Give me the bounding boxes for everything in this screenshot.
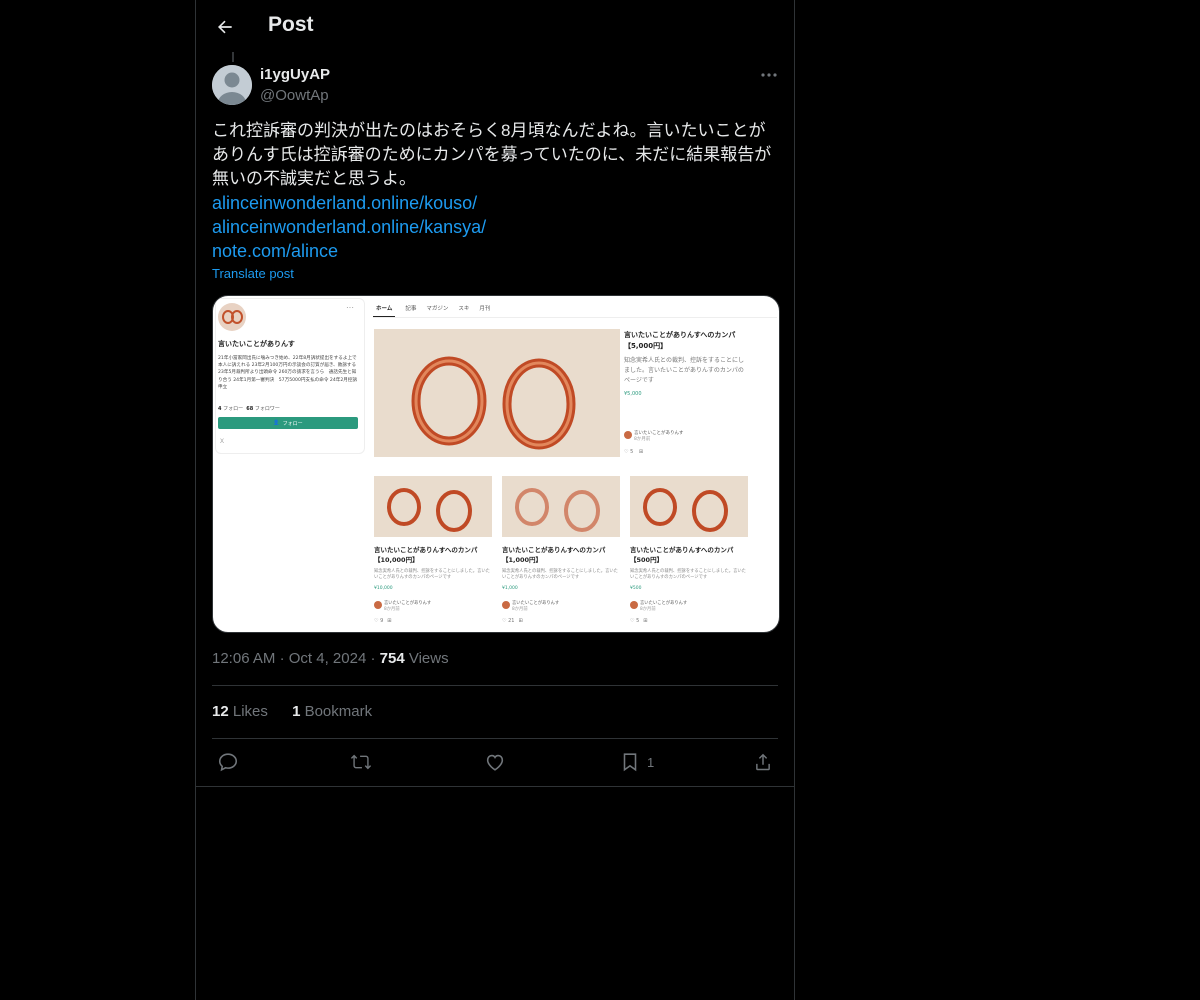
reply-icon bbox=[218, 753, 238, 772]
magazine-add-icon[interactable]: ⊞ bbox=[639, 449, 643, 455]
feature-image[interactable] bbox=[374, 329, 620, 457]
card-title[interactable]: 言いたいことがありんすへのカンパ【500円】 bbox=[630, 545, 750, 565]
card-image[interactable] bbox=[502, 476, 620, 537]
translate-post-link[interactable]: Translate post bbox=[212, 266, 294, 281]
card-likes: ♡ 5 ⊞ bbox=[630, 618, 648, 624]
card-author-avatar bbox=[374, 601, 382, 609]
heart-icon bbox=[486, 754, 504, 771]
card-date: 8か月前 bbox=[512, 607, 528, 612]
feature-author-avatar bbox=[624, 431, 632, 439]
profile-avatar bbox=[218, 303, 246, 331]
heart-icon[interactable]: ♡ bbox=[630, 618, 634, 624]
repost-icon bbox=[350, 754, 372, 770]
bookmarks-stat[interactable]: 1 Bookmark bbox=[292, 703, 372, 720]
card-title[interactable]: 言いたいことがありんすへのカンパ【10,000円】 bbox=[374, 545, 494, 565]
magazine-add-icon[interactable]: ⊞ bbox=[387, 618, 391, 624]
meta-separator: · bbox=[279, 650, 289, 667]
card-image[interactable] bbox=[374, 476, 492, 537]
add-user-icon: 👤 bbox=[273, 420, 280, 426]
card-author-avatar bbox=[502, 601, 510, 609]
default-avatar-icon bbox=[212, 65, 252, 105]
card-price: ¥500 bbox=[630, 586, 642, 591]
post-link-note[interactable]: note.com/alince bbox=[212, 239, 338, 263]
feature-date: 8か月前 bbox=[634, 437, 651, 442]
post-time[interactable]: 12:06 AM bbox=[212, 650, 275, 667]
magazine-add-icon[interactable]: ⊞ bbox=[643, 618, 647, 624]
top-bar: Post bbox=[196, 0, 794, 54]
main-column: Post i1ygUyAP @OowtAp これ控訴審の判決が出たのはおそらく8… bbox=[195, 0, 795, 1000]
card-desc: 知念実希人氏との裁判、控訴をすることにしました。言いたいことがありんすのカンパの… bbox=[630, 569, 746, 580]
card-desc: 知念実希人氏との裁判、控訴をすることにしました。言いたいことがありんすのカンパの… bbox=[374, 569, 490, 580]
note-tab[interactable]: マガジン bbox=[426, 304, 448, 312]
avatar[interactable] bbox=[212, 65, 252, 105]
note-tabs: ホーム 記事 マガジン スキ 月刊 bbox=[373, 298, 490, 318]
post-date[interactable]: Oct 4, 2024 bbox=[289, 650, 367, 667]
note-tab[interactable]: ホーム bbox=[373, 300, 396, 317]
like-button[interactable] bbox=[484, 750, 506, 774]
profile-name: 言いたいことがありんす bbox=[218, 340, 295, 348]
profile-more-icon[interactable]: ··· bbox=[346, 303, 354, 312]
bookmark-button[interactable]: 1 bbox=[619, 750, 654, 774]
repost-button[interactable] bbox=[350, 750, 372, 774]
card-date: 8か月前 bbox=[384, 607, 400, 612]
back-button[interactable] bbox=[210, 12, 240, 42]
post-stats: 12 Likes 1 Bookmark bbox=[212, 703, 392, 720]
more-dots-icon bbox=[761, 73, 777, 77]
thread-line bbox=[232, 52, 234, 62]
feature-desc: 知念実希人氏との裁判、控訴をすることにしました。言いたいことがありんすのカンパの… bbox=[624, 357, 744, 384]
meta-separator: · bbox=[370, 650, 380, 667]
feature-likes: ♡ 5 ⊞ bbox=[624, 449, 644, 455]
post-text: これ控訴審の判決が出たのはおそらく8月頃なんだよね。言いたいことがありんす氏は控… bbox=[212, 121, 772, 188]
heart-icon[interactable]: ♡ bbox=[502, 618, 506, 624]
profile-follow-button[interactable]: 👤 フォロー bbox=[218, 417, 358, 429]
bookmark-count: 1 bbox=[647, 754, 655, 770]
note-tab[interactable]: 記事 bbox=[405, 304, 416, 312]
card-price: ¥10,000 bbox=[374, 586, 393, 591]
card-likes: ♡ 9 ⊞ bbox=[374, 618, 392, 624]
tabs-divider bbox=[373, 317, 777, 318]
post-image[interactable]: ··· 言いたいことがありんす 21年小冨家岡出氏に噛みつき始め、22年8月訴状… bbox=[212, 295, 780, 633]
profile-bio: 21年小冨家岡出氏に噛みつき始め、22年8月訴状提出をするよ上で本人に訴えれる … bbox=[218, 356, 358, 390]
card-desc: 知念実希人氏との裁判、控訴をすることにしました。言いたいことがありんすのカンパの… bbox=[502, 569, 618, 580]
divider bbox=[212, 738, 778, 739]
page-title: Post bbox=[268, 13, 314, 36]
post-meta: 12:06 AM · Oct 4, 2024 · 754 Views bbox=[212, 650, 449, 667]
author-handle[interactable]: @OowtAp bbox=[260, 87, 329, 104]
divider bbox=[212, 685, 778, 686]
bottom-border bbox=[196, 786, 794, 787]
post-link-kansya[interactable]: alinceinwonderland.online/kansya/ bbox=[212, 215, 486, 239]
views-count: 754 bbox=[379, 650, 405, 667]
author-name[interactable]: i1ygUyAP bbox=[260, 66, 330, 83]
share-button[interactable] bbox=[752, 750, 774, 774]
feature-price: ¥5,000 bbox=[624, 391, 642, 397]
card-date: 8か月前 bbox=[640, 607, 656, 612]
card-price: ¥1,000 bbox=[502, 586, 518, 591]
reply-button[interactable] bbox=[217, 750, 239, 774]
x-logo-icon[interactable]: X bbox=[220, 439, 224, 445]
more-options-button[interactable] bbox=[758, 66, 780, 84]
arrow-left-icon bbox=[218, 20, 232, 34]
profile-counts: 4 フォロー 68 フォロワー bbox=[218, 406, 280, 412]
card-likes: ♡ 21 ⊞ bbox=[502, 618, 523, 624]
heart-icon[interactable]: ♡ bbox=[624, 449, 628, 455]
profile-card: ··· 言いたいことがありんす 21年小冨家岡出氏に噛みつき始め、22年8月訴状… bbox=[215, 298, 365, 454]
bookmark-icon bbox=[623, 753, 637, 772]
card-image[interactable] bbox=[630, 476, 748, 537]
feature-title[interactable]: 言いたいことがありんすへのカンパ【5,000円】 bbox=[624, 330, 748, 352]
card-title[interactable]: 言いたいことがありんすへのカンパ【1,000円】 bbox=[502, 545, 622, 565]
card-author-avatar bbox=[630, 601, 638, 609]
post-link-kouso[interactable]: alinceinwonderland.online/kouso/ bbox=[212, 191, 477, 215]
views-label: Views bbox=[408, 650, 449, 667]
note-tab[interactable]: 月刊 bbox=[479, 304, 490, 312]
note-tab[interactable]: スキ bbox=[458, 304, 469, 312]
heart-icon[interactable]: ♡ bbox=[374, 618, 378, 624]
likes-stat[interactable]: 12 Likes bbox=[212, 703, 268, 720]
share-icon bbox=[756, 753, 770, 771]
magazine-add-icon[interactable]: ⊞ bbox=[518, 618, 522, 624]
